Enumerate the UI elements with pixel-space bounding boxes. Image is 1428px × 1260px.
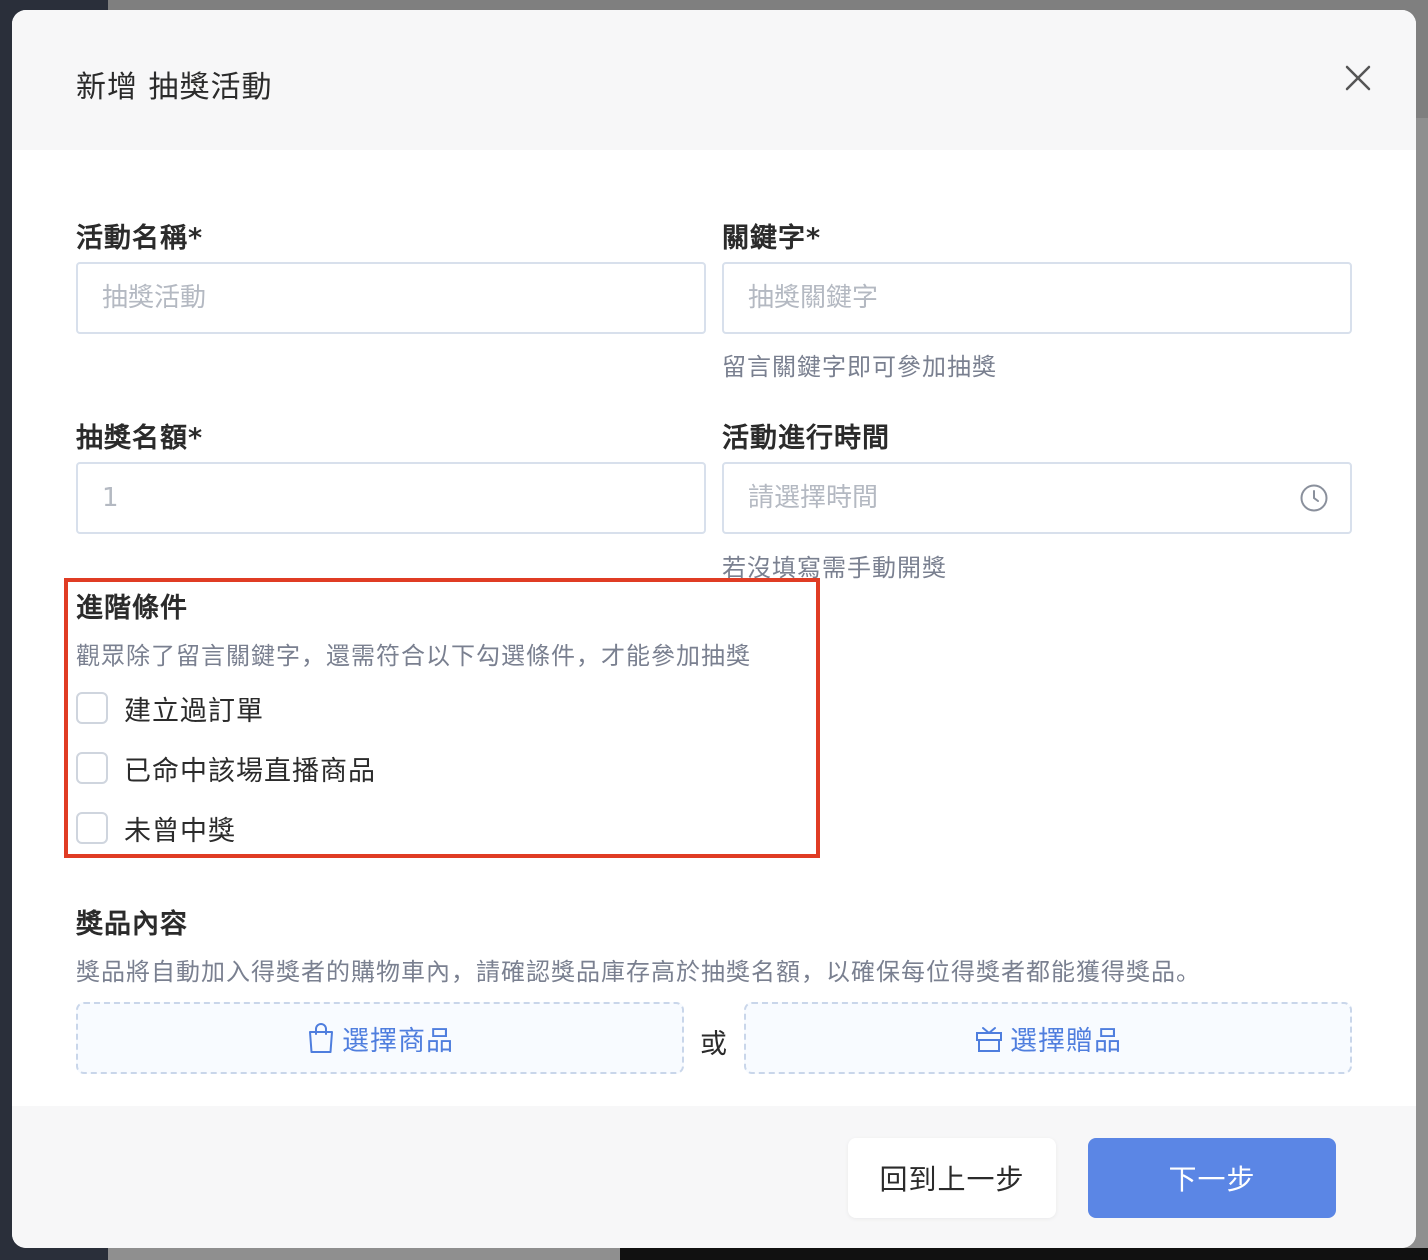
checkbox-has-order[interactable]: 建立過訂單	[76, 690, 264, 727]
checkbox-hit-live-product[interactable]: 已命中該場直播商品	[76, 750, 376, 787]
winner-count-label: 抽獎名額*	[76, 423, 204, 454]
checkbox-label: 建立過訂單	[124, 695, 264, 727]
advanced-description: 觀眾除了留言關鍵字，還需符合以下勾選條件，才能參加抽獎	[76, 642, 751, 670]
next-button[interactable]: 下一步	[1088, 1138, 1336, 1218]
select-gift-button[interactable]: 選擇贈品	[744, 1002, 1352, 1074]
modal-header: 新增 抽獎活動	[12, 10, 1416, 150]
or-text: 或	[700, 1029, 727, 1060]
keyword-label: 關鍵字*	[722, 223, 822, 254]
checkbox-box[interactable]	[76, 692, 108, 724]
clock-icon[interactable]	[1298, 482, 1330, 514]
close-button[interactable]	[1338, 58, 1378, 98]
checkbox-box[interactable]	[76, 812, 108, 844]
select-product-label: 選擇商品	[342, 1025, 454, 1057]
select-product-button[interactable]: 選擇商品	[76, 1002, 684, 1074]
back-button[interactable]: 回到上一步	[848, 1138, 1056, 1218]
checkbox-label: 已命中該場直播商品	[124, 755, 376, 787]
activity-name-label: 活動名稱*	[76, 223, 204, 254]
select-gift-label: 選擇贈品	[1010, 1025, 1122, 1057]
keyword-helper: 留言關鍵字即可參加抽獎	[722, 353, 997, 381]
checkbox-label: 未曾中獎	[124, 815, 236, 847]
shopping-bag-icon	[309, 1023, 333, 1053]
checkbox-never-won[interactable]: 未曾中獎	[76, 810, 236, 847]
modal-title: 新增 抽獎活動	[76, 70, 273, 105]
gift-icon	[976, 1027, 1002, 1052]
winner-count-input[interactable]	[76, 462, 706, 534]
activity-name-input[interactable]	[76, 262, 706, 334]
prize-title: 獎品內容	[76, 909, 188, 940]
advanced-title: 進階條件	[76, 593, 188, 624]
create-lottery-modal: 新增 抽獎活動 活動名稱* 關鍵字* 留言關鍵字即可參加抽獎 抽獎名額* 活動進…	[12, 10, 1416, 1248]
keyword-input[interactable]	[722, 262, 1352, 334]
background-bottom	[620, 1248, 1428, 1260]
prize-description: 獎品將自動加入得獎者的購物車內，請確認獎品庫存高於抽獎名額，以確保每位得獎者都能…	[76, 958, 1201, 986]
checkbox-box[interactable]	[76, 752, 108, 784]
time-picker-input[interactable]	[722, 462, 1352, 534]
time-label: 活動進行時間	[722, 423, 890, 454]
close-icon	[1345, 65, 1371, 91]
